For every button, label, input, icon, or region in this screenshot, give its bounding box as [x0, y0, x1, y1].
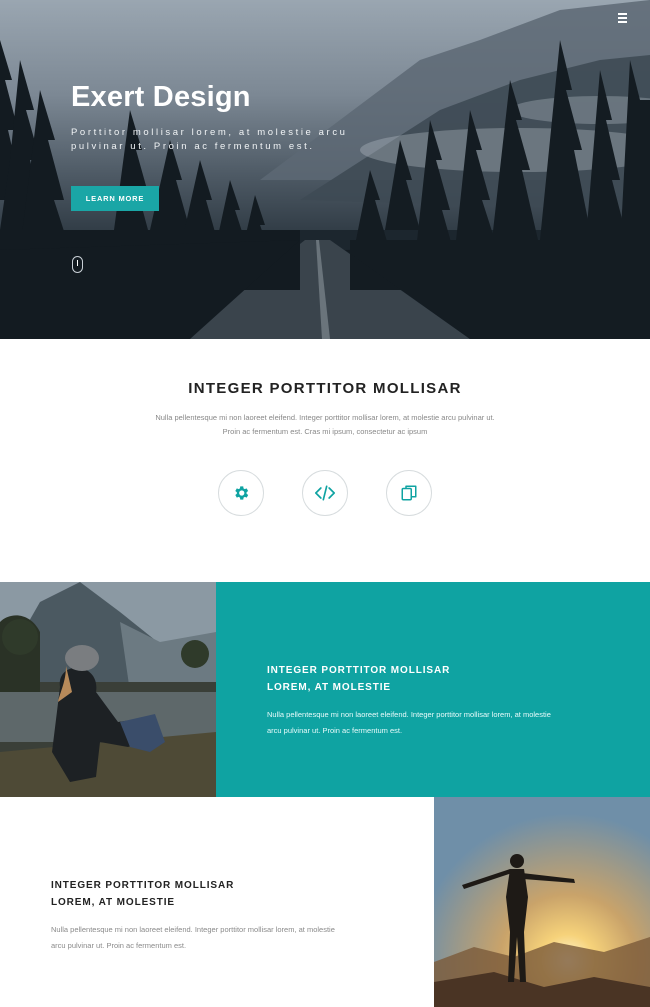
section3-text: Nulla pellentesque mi non laoreet eleife…	[51, 925, 335, 950]
intro-title: INTEGER PORTTITOR MOLLISAR	[188, 380, 462, 397]
hero-text: Porttitor mollisar lorem, at molestie ar…	[71, 127, 348, 152]
section2-heading-line2: LOREM, AT MOLESTIE	[267, 682, 391, 693]
man-sunset-image	[434, 797, 650, 1007]
section2-heading: INTEGER PORTTITOR MOLLISAR LOREM, AT MOL…	[267, 662, 450, 696]
hero-title: Exert Design	[71, 81, 251, 113]
teal-content-panel: INTEGER PORTTITOR MOLLISAR LOREM, AT MOL…	[216, 582, 650, 797]
code-icon	[315, 485, 335, 501]
section2-heading-line1: INTEGER PORTTITOR MOLLISAR	[267, 665, 451, 676]
feature-code-button[interactable]	[302, 470, 348, 516]
feature-gear-button[interactable]	[218, 470, 264, 516]
section2-text: Nulla pellentesque mi non laoreet eleife…	[267, 710, 551, 735]
section3-heading: INTEGER PORTTITOR MOLLISAR LOREM, AT MOL…	[51, 877, 234, 911]
section3-heading-line1: INTEGER PORTTITOR MOLLISAR	[51, 880, 235, 891]
learn-more-button[interactable]: LEARN MORE	[71, 186, 159, 211]
copy-icon	[401, 485, 417, 501]
mouse-scroll-icon[interactable]	[72, 256, 83, 273]
gear-icon	[235, 486, 249, 500]
hero-section: Exert Design Porttitor mollisar lorem, a…	[0, 0, 650, 339]
section3-heading-line2: LOREM, AT MOLESTIE	[51, 897, 175, 908]
hero-background-image	[0, 0, 650, 339]
woman-by-lake-image	[0, 582, 216, 797]
hamburger-menu-icon[interactable]	[618, 13, 632, 27]
feature-copy-button[interactable]	[386, 470, 432, 516]
intro-text: Nulla pellentesque mi non laoreet eleife…	[155, 413, 495, 436]
